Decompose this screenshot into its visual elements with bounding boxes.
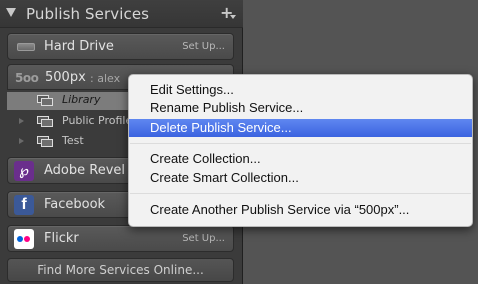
- facebook-icon: f: [14, 195, 34, 215]
- expand-arrow-icon[interactable]: [19, 138, 24, 144]
- collection-icon: [37, 136, 55, 148]
- collection-label: Test: [62, 134, 84, 147]
- collection-label: Library: [62, 93, 101, 106]
- service-label: Adobe Revel: [44, 163, 126, 178]
- menu-item-delete-service[interactable]: Delete Publish Service...: [129, 119, 472, 137]
- menu-item-create-collection[interactable]: Create Collection...: [129, 150, 472, 168]
- service-hard-drive[interactable]: Hard Drive Set Up...: [7, 33, 234, 60]
- 500px-logo-icon: 5oo: [15, 71, 39, 85]
- hard-drive-icon: [17, 43, 35, 51]
- collection-icon: [37, 116, 55, 128]
- add-service-icon[interactable]: +: [220, 3, 233, 22]
- setup-link[interactable]: Set Up...: [182, 41, 225, 52]
- menu-item-create-smart-collection[interactable]: Create Smart Collection...: [129, 169, 472, 187]
- menu-separator: [130, 143, 471, 144]
- expand-arrow-icon[interactable]: [19, 118, 24, 124]
- panel-header[interactable]: Publish Services +: [0, 0, 243, 28]
- collection-label: Public Profile: [62, 114, 133, 127]
- service-account: : alex: [90, 72, 121, 85]
- collapse-triangle-icon[interactable]: [6, 8, 16, 17]
- service-label: Flickr: [44, 231, 79, 246]
- service-flickr[interactable]: Flickr Set Up...: [7, 225, 234, 252]
- menu-separator: [130, 193, 471, 194]
- menu-item-rename-service[interactable]: Rename Publish Service...: [129, 99, 472, 117]
- service-label: Facebook: [44, 197, 106, 212]
- collection-icon: [37, 95, 55, 107]
- service-label: Hard Drive: [44, 39, 114, 54]
- menu-item-create-another-service[interactable]: Create Another Publish Service via “500p…: [129, 201, 472, 219]
- flickr-icon: [14, 229, 34, 249]
- setup-link[interactable]: Set Up...: [182, 233, 225, 244]
- context-menu: Edit Settings... Rename Publish Service.…: [128, 74, 473, 227]
- menu-item-edit-settings[interactable]: Edit Settings...: [129, 81, 472, 99]
- add-menu-arrow-icon[interactable]: [230, 15, 236, 19]
- adobe-revel-icon: ℘: [14, 161, 34, 181]
- find-more-services-button[interactable]: Find More Services Online...: [7, 258, 234, 282]
- panel-title: Publish Services: [26, 5, 150, 23]
- service-label: 500px: [45, 70, 86, 85]
